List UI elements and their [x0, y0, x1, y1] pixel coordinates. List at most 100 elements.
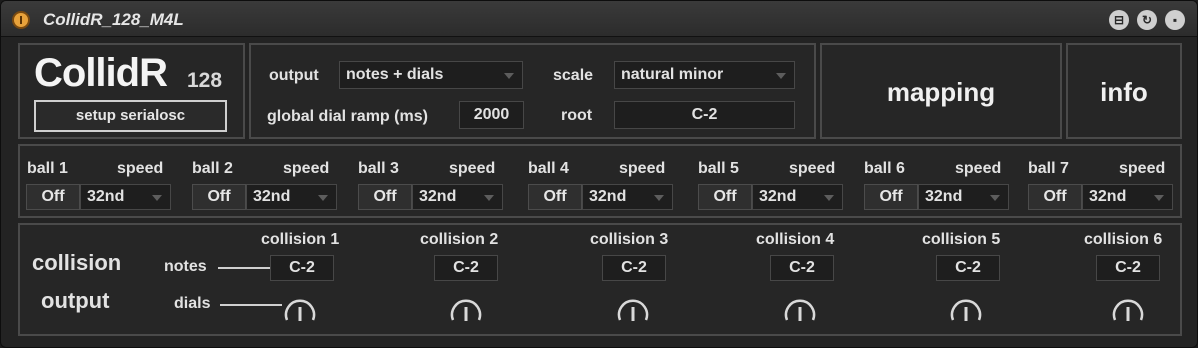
ball-1-speed-label: speed — [117, 160, 164, 177]
collision-1-dial-knob-icon[interactable] — [281, 289, 319, 327]
ball-2-label: ball 2 — [192, 160, 233, 177]
ball-7-toggle[interactable]: Off — [1028, 184, 1082, 210]
collision-2-dial-knob-icon[interactable] — [447, 289, 485, 327]
collision-3-dial-knob-icon[interactable] — [614, 289, 652, 327]
ball-5-speed-dropdown[interactable]: 32nd — [752, 184, 843, 210]
collision-5-label: collision 5 — [922, 231, 1001, 248]
info-panel[interactable]: info — [1066, 43, 1182, 139]
mapping-button[interactable]: mapping — [822, 77, 1060, 108]
ball-3-label: ball 3 — [358, 160, 399, 177]
logo-panel: CollidR 128 setup serialosc — [18, 43, 245, 139]
collision-4-label: collision 4 — [756, 231, 835, 248]
ball-5-speed-label: speed — [789, 160, 836, 177]
collision-panel: collision output notes dials collision 1… — [18, 223, 1182, 336]
app-logo-size: 128 — [187, 69, 223, 92]
ball-3-speed-dropdown[interactable]: 32nd — [412, 184, 503, 210]
root-input[interactable]: C-2 — [614, 101, 795, 129]
collision-3-note-value: C-2 — [621, 259, 647, 276]
ball-6-toggle[interactable]: Off — [864, 184, 918, 210]
ramp-input[interactable]: 2000 — [459, 101, 524, 129]
ball-6-label: ball 6 — [864, 160, 905, 177]
output-label: output — [269, 67, 319, 84]
ball-4-toggle[interactable]: Off — [528, 184, 582, 210]
ball-3-speed-value: 32nd — [419, 188, 457, 205]
save-icon[interactable]: ▪ — [1165, 10, 1185, 30]
app-logo: CollidR — [34, 51, 168, 95]
output-dropdown[interactable]: notes + dials — [339, 61, 523, 89]
chevron-down-icon — [990, 195, 1000, 201]
collision-5-note[interactable]: C-2 — [936, 255, 1000, 281]
ball-2-speed-label: speed — [283, 160, 330, 177]
ball-7-speed-label: speed — [1119, 160, 1166, 177]
chevron-down-icon — [1154, 195, 1164, 201]
collision-6-note-value: C-2 — [1115, 259, 1141, 276]
collision-2-note[interactable]: C-2 — [434, 255, 498, 281]
ball-1-label: ball 1 — [27, 160, 68, 177]
chevron-down-icon — [654, 195, 664, 201]
chevron-down-icon — [776, 73, 786, 79]
ball-4-speed-label: speed — [619, 160, 666, 177]
settings-panel: output notes + dials global dial ramp (m… — [249, 43, 816, 139]
title-bar: CollidR_128_M4L ⊟ ↻ ▪ — [1, 1, 1197, 37]
notes-connector — [218, 267, 270, 269]
ball-1-toggle[interactable]: Off — [26, 184, 80, 210]
root-value: C-2 — [691, 106, 718, 123]
device-title: CollidR_128_M4L — [43, 10, 184, 29]
ball-2-speed-value: 32nd — [253, 188, 291, 205]
collision-2-label: collision 2 — [420, 231, 499, 248]
device-window: CollidR_128_M4L ⊟ ↻ ▪ CollidR 128 setup … — [0, 0, 1198, 348]
collision-5-note-value: C-2 — [955, 259, 981, 276]
ball-3-toggle[interactable]: Off — [358, 184, 412, 210]
refresh-icon[interactable]: ↻ — [1137, 10, 1157, 30]
scale-dropdown[interactable]: natural minor — [614, 61, 795, 89]
chevron-down-icon — [318, 195, 328, 201]
ball-6-speed-value: 32nd — [925, 188, 963, 205]
chevron-down-icon — [504, 73, 514, 79]
ball-4-speed-dropdown[interactable]: 32nd — [582, 184, 673, 210]
collision-1-note[interactable]: C-2 — [270, 255, 334, 281]
power-icon[interactable] — [12, 11, 30, 29]
collision-subtitle: output — [41, 288, 110, 313]
ball-7-speed-value: 32nd — [1089, 188, 1127, 205]
notes-label: notes — [164, 258, 207, 275]
ball-4-label: ball 4 — [528, 160, 569, 177]
ball-1-speed-dropdown[interactable]: 32nd — [80, 184, 171, 210]
ball-5-speed-value: 32nd — [759, 188, 797, 205]
balls-panel: ball 1 speed Off 32nd ball 2 speed Off 3… — [18, 144, 1182, 218]
ball-3-speed-label: speed — [449, 160, 496, 177]
ramp-label: global dial ramp (ms) — [267, 108, 428, 125]
ball-2-speed-dropdown[interactable]: 32nd — [246, 184, 337, 210]
ball-4-speed-value: 32nd — [589, 188, 627, 205]
fold-icon[interactable]: ⊟ — [1109, 10, 1129, 30]
dials-connector — [220, 304, 282, 306]
collision-3-note[interactable]: C-2 — [602, 255, 666, 281]
chevron-down-icon — [152, 195, 162, 201]
output-value: notes + dials — [346, 66, 444, 83]
ball-5-toggle[interactable]: Off — [698, 184, 752, 210]
collision-6-label: collision 6 — [1084, 231, 1163, 248]
scale-label: scale — [553, 67, 594, 84]
collision-4-dial-knob-icon[interactable] — [781, 289, 819, 327]
ball-7-label: ball 7 — [1028, 160, 1069, 177]
ball-5-label: ball 5 — [698, 160, 739, 177]
info-button[interactable]: info — [1068, 77, 1180, 108]
ball-2-toggle[interactable]: Off — [192, 184, 246, 210]
ball-6-speed-dropdown[interactable]: 32nd — [918, 184, 1009, 210]
dials-label: dials — [174, 295, 211, 312]
collision-4-note-value: C-2 — [789, 259, 815, 276]
ball-1-speed-value: 32nd — [87, 188, 125, 205]
collision-6-dial-knob-icon[interactable] — [1109, 289, 1147, 327]
collision-6-note[interactable]: C-2 — [1096, 255, 1160, 281]
collision-4-note[interactable]: C-2 — [770, 255, 834, 281]
collision-3-label: collision 3 — [590, 231, 669, 248]
root-label: root — [561, 107, 593, 124]
collision-title: collision — [32, 250, 122, 275]
collision-2-note-value: C-2 — [453, 259, 479, 276]
collision-1-note-value: C-2 — [289, 259, 315, 276]
mapping-panel[interactable]: mapping — [820, 43, 1062, 139]
scale-value: natural minor — [621, 66, 724, 83]
setup-serialosc-button[interactable]: setup serialosc — [34, 100, 227, 132]
collision-5-dial-knob-icon[interactable] — [947, 289, 985, 327]
collision-1-label: collision 1 — [261, 231, 340, 248]
ball-7-speed-dropdown[interactable]: 32nd — [1082, 184, 1173, 210]
